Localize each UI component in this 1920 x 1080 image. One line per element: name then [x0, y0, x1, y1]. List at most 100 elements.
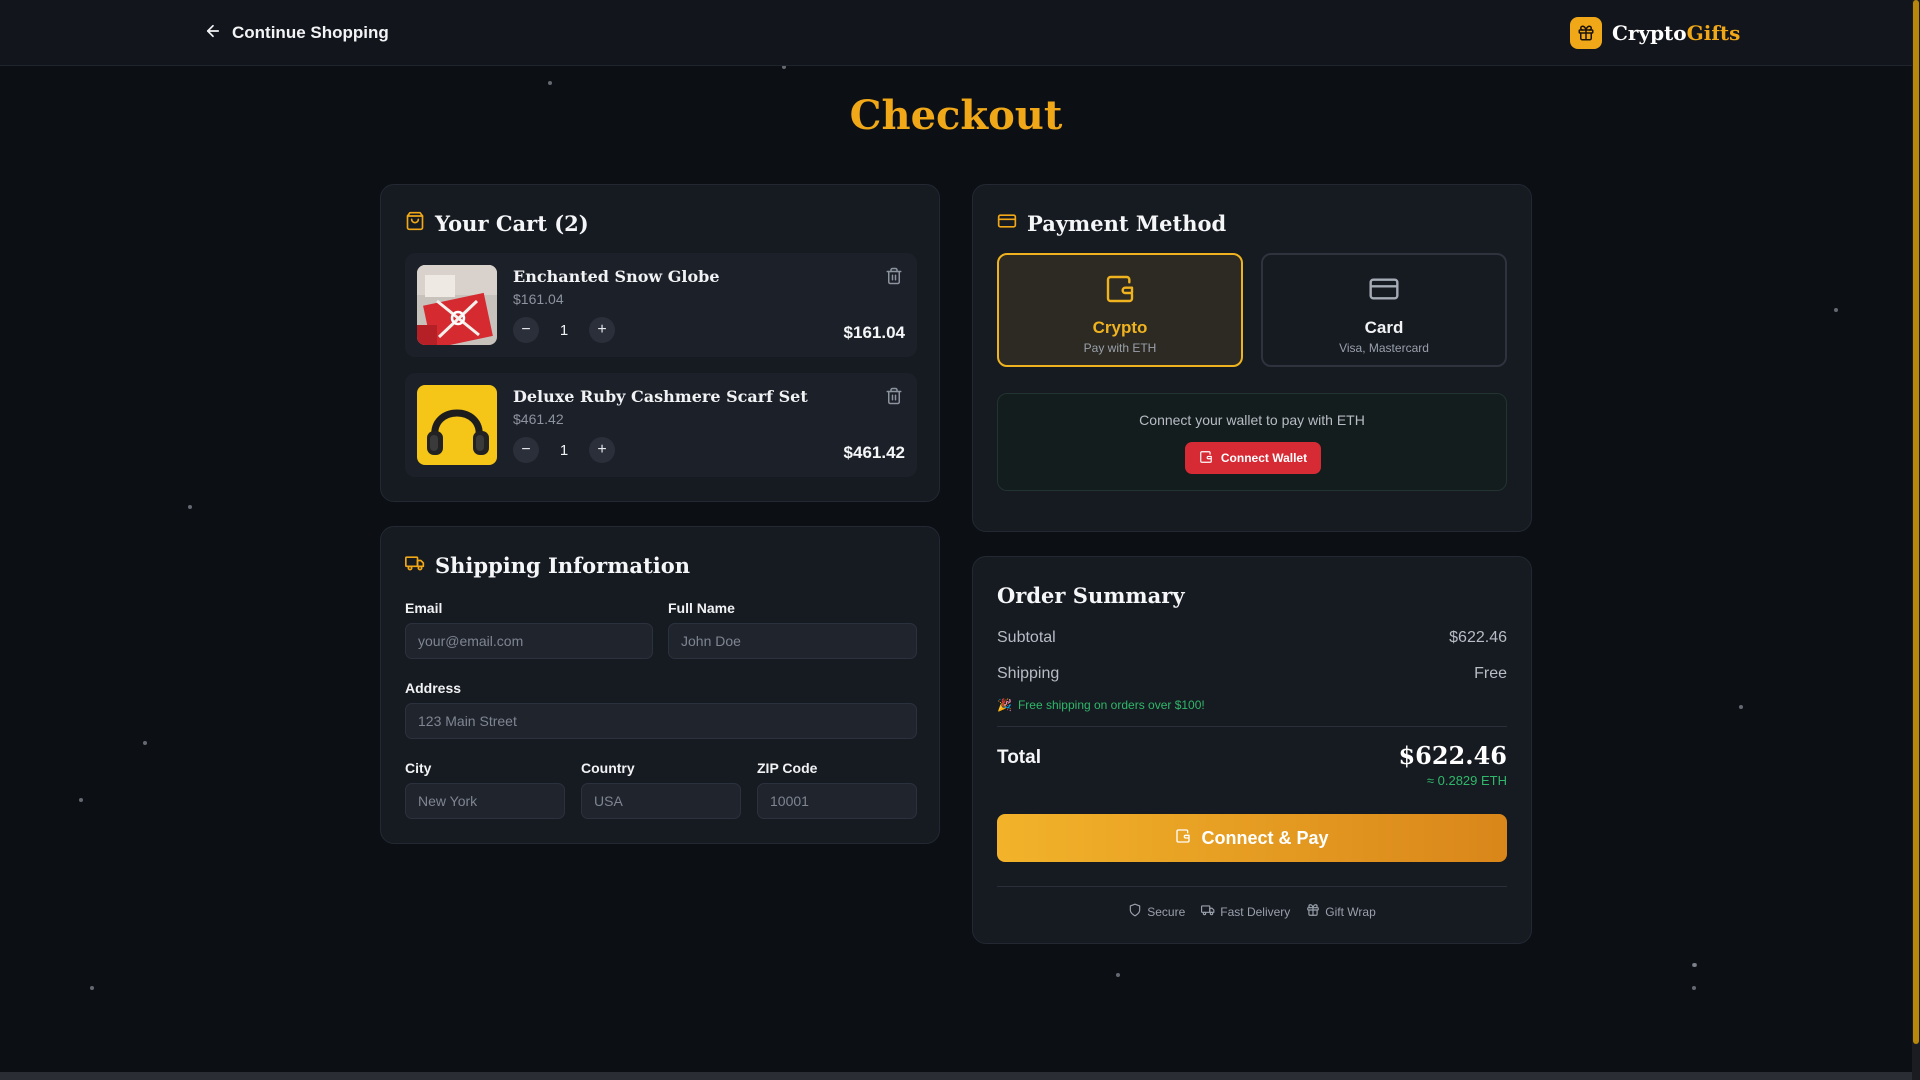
- wallet-icon: [1199, 450, 1213, 467]
- wallet-icon: [1104, 273, 1136, 310]
- shipping-title: Shipping Information: [405, 553, 690, 578]
- background-star: [143, 741, 147, 745]
- brand-name-main: Crypto: [1612, 21, 1687, 45]
- background-star: [1693, 963, 1697, 967]
- wallet-prompt: Connect your wallet to pay with ETH: [1139, 412, 1365, 428]
- trash-icon[interactable]: [885, 387, 903, 405]
- connect-and-pay-button[interactable]: Connect & Pay: [997, 814, 1507, 862]
- vertical-scrollbar[interactable]: [1912, 0, 1920, 1080]
- gift-icon: [1306, 903, 1320, 920]
- background-star: [90, 986, 94, 990]
- quantity-value: 1: [559, 321, 569, 339]
- shipping-title-text: Shipping Information: [435, 553, 690, 578]
- free-shipping-text: Free shipping on orders over $100!: [1017, 698, 1205, 712]
- cart-item-unit-price: $161.04: [513, 291, 564, 307]
- wallet-icon: [1175, 828, 1191, 849]
- connect-wallet-button[interactable]: Connect Wallet: [1185, 442, 1321, 474]
- full-name-field[interactable]: [668, 623, 917, 659]
- email-field[interactable]: [405, 623, 653, 659]
- connect-and-pay-label: Connect & Pay: [1201, 827, 1329, 848]
- quantity-stepper: − 1 +: [513, 437, 615, 463]
- cart-item-total: $461.42: [843, 443, 905, 462]
- cart-item-total: $161.04: [843, 323, 905, 342]
- payment-option-sub: Visa, Mastercard: [1339, 341, 1429, 355]
- cart-item-name: Enchanted Snow Globe: [513, 267, 720, 286]
- city-field[interactable]: [405, 783, 565, 819]
- quantity-stepper: − 1 +: [513, 317, 615, 343]
- party-popper-icon: 🎉: [997, 698, 1012, 712]
- total-value: $622.46: [1398, 741, 1507, 770]
- total-label: Total: [997, 747, 1041, 768]
- decrement-button[interactable]: −: [513, 317, 539, 343]
- shopping-bag-icon: [405, 211, 425, 236]
- background-star: [1739, 705, 1743, 709]
- feature-gift-wrap: Gift Wrap: [1306, 903, 1376, 920]
- credit-card-icon: [997, 211, 1017, 236]
- subtotal-value: $622.46: [1449, 629, 1507, 646]
- payment-option-card[interactable]: Card Visa, Mastercard: [1261, 253, 1507, 367]
- country-field[interactable]: [581, 783, 741, 819]
- payment-title: Payment Method: [997, 211, 1226, 236]
- shipping-row: Shipping Free: [997, 665, 1507, 683]
- payment-option-label: Crypto: [1092, 318, 1148, 337]
- credit-card-icon: [1368, 273, 1400, 310]
- feature-label: Fast Delivery: [1220, 904, 1291, 919]
- shield-icon: [1128, 903, 1142, 920]
- feature-badges: Secure Fast Delivery Gift Wrap: [997, 903, 1507, 920]
- background-star: [79, 798, 83, 802]
- cart-item: Enchanted Snow Globe $161.04 − 1 + $161.…: [405, 253, 917, 357]
- product-image-scarf-set: [417, 385, 497, 465]
- subtotal-label: Subtotal: [997, 629, 1056, 646]
- zip-field[interactable]: [757, 783, 917, 819]
- background-star: [188, 505, 192, 509]
- summary-divider: [997, 726, 1507, 727]
- payment-option-sub: Pay with ETH: [1083, 341, 1157, 355]
- payment-option-crypto[interactable]: Crypto Pay with ETH: [997, 253, 1243, 367]
- product-image-snow-globe: [417, 265, 497, 345]
- background-star: [1834, 308, 1838, 312]
- address-field[interactable]: [405, 703, 917, 739]
- gift-icon: [1570, 17, 1602, 49]
- country-label: Country: [581, 760, 635, 776]
- brand-name-accent: Gifts: [1686, 21, 1741, 45]
- trash-icon[interactable]: [885, 267, 903, 285]
- background-star: [1116, 973, 1120, 977]
- subtotal-row: Subtotal $622.46: [997, 629, 1507, 647]
- shipping-cost-label: Shipping: [997, 665, 1060, 682]
- order-summary-card: Order Summary Subtotal $622.46 Shipping …: [972, 556, 1532, 944]
- shipping-cost-value: Free: [1474, 665, 1507, 682]
- address-label: Address: [405, 680, 462, 696]
- zip-label: ZIP Code: [757, 760, 818, 776]
- total-eth-value: ≈ 0.2829 ETH: [1426, 773, 1507, 788]
- horizontal-scrollbar[interactable]: [0, 1072, 1912, 1080]
- cart-item: Deluxe Ruby Cashmere Scarf Set $461.42 −…: [405, 373, 917, 477]
- scrollbar-thumb[interactable]: [1913, 0, 1919, 1044]
- cart-item-unit-price: $461.42: [513, 411, 564, 427]
- decrement-button[interactable]: −: [513, 437, 539, 463]
- increment-button[interactable]: +: [589, 437, 615, 463]
- payment-method-card: Payment Method Crypto Pay with ETH Card …: [972, 184, 1532, 532]
- truck-icon: [1201, 903, 1215, 920]
- brand-logo-link[interactable]: CryptoGifts: [1570, 16, 1740, 50]
- payment-option-label: Card: [1364, 318, 1404, 337]
- full-name-label: Full Name: [668, 600, 735, 616]
- continue-shopping-link[interactable]: Continue Shopping: [204, 20, 389, 46]
- order-summary-title: Order Summary: [997, 583, 1185, 608]
- wallet-connect-panel: Connect your wallet to pay with ETH Conn…: [997, 393, 1507, 491]
- top-bar: Continue Shopping CryptoGifts: [0, 0, 1912, 66]
- continue-shopping-label: Continue Shopping: [232, 23, 389, 42]
- cart-title-text: Your Cart (2): [435, 211, 589, 236]
- brand-name: CryptoGifts: [1612, 21, 1740, 45]
- email-label: Email: [405, 600, 443, 616]
- increment-button[interactable]: +: [589, 317, 615, 343]
- connect-wallet-label: Connect Wallet: [1220, 451, 1308, 465]
- free-shipping-note: 🎉 Free shipping on orders over $100!: [997, 698, 1205, 712]
- feature-secure: Secure: [1128, 903, 1185, 920]
- cart-card: Your Cart (2) Enchanted Snow Globe $161.…: [380, 184, 940, 502]
- background-star: [1692, 986, 1696, 990]
- page-title: Checkout: [849, 92, 1063, 139]
- quantity-value: 1: [559, 441, 569, 459]
- arrow-left-icon: [204, 22, 222, 45]
- truck-icon: [405, 553, 425, 578]
- background-star: [548, 81, 552, 85]
